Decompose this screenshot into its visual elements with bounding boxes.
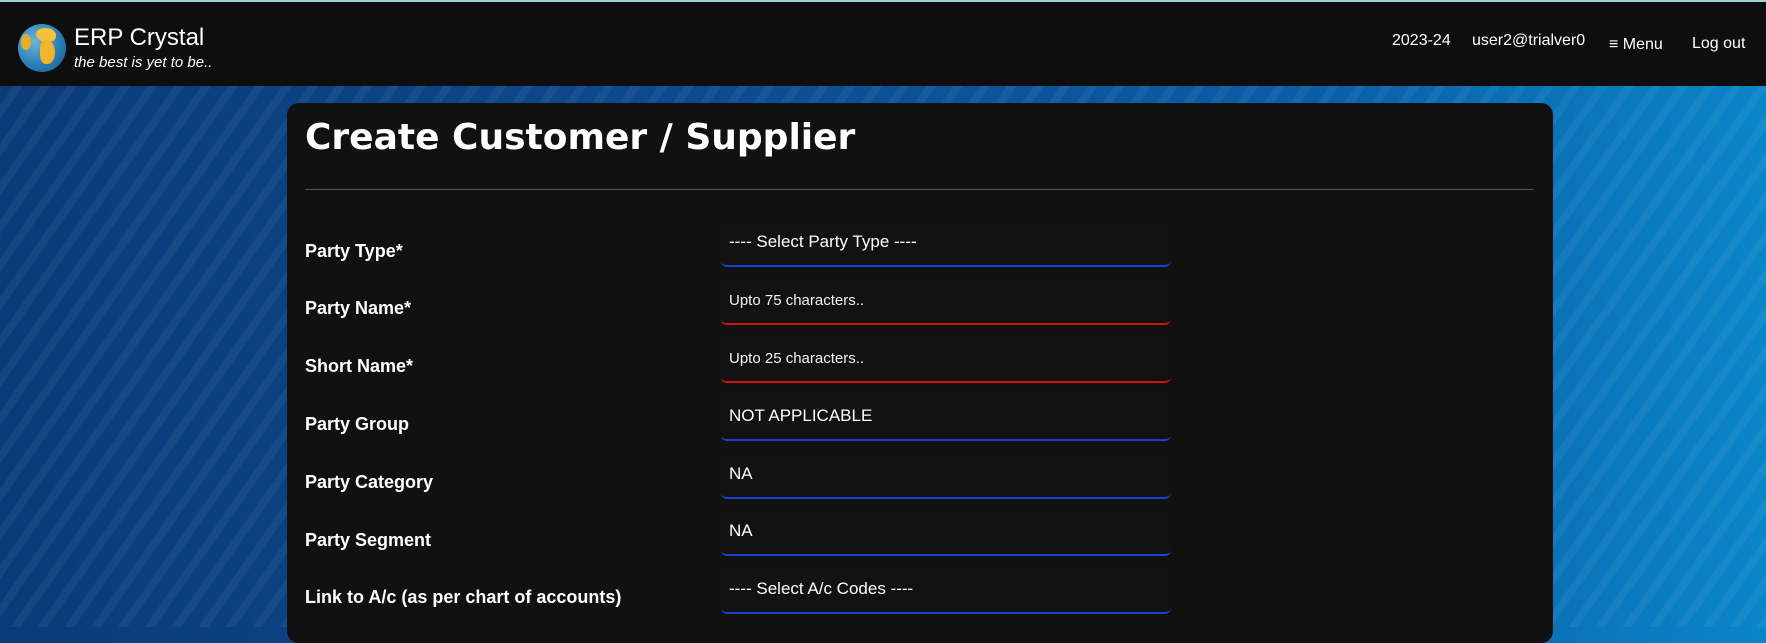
short-name-field[interactable] xyxy=(721,335,1171,383)
form-card: Create Customer / Supplier Party Type* -… xyxy=(287,103,1553,643)
link-ac-selected: ---- Select A/c Codes ---- xyxy=(729,579,914,598)
page-title: Create Customer / Supplier xyxy=(305,117,856,158)
party-segment-select[interactable]: NA xyxy=(721,508,1171,556)
menu-button[interactable]: ≡ Menu xyxy=(1609,36,1663,54)
link-ac-label: Link to A/c (as per chart of accounts) xyxy=(305,587,622,607)
party-category-select[interactable]: NA xyxy=(721,451,1171,499)
party-group-selected: NOT APPLICABLE xyxy=(729,406,873,425)
current-user: user2@trialver0 xyxy=(1472,32,1586,49)
top-navbar: ERP Crystal the best is yet to be.. 2023… xyxy=(0,2,1766,86)
party-category-label: Party Category xyxy=(305,472,434,492)
brand-name[interactable]: ERP Crystal xyxy=(74,24,204,52)
party-type-label: Party Type* xyxy=(305,241,403,261)
short-name-input[interactable] xyxy=(729,349,1171,367)
party-name-field[interactable] xyxy=(721,277,1171,325)
short-name-label: Short Name* xyxy=(305,356,414,376)
party-type-selected: ---- Select Party Type ---- xyxy=(729,232,917,251)
globe-logo-icon[interactable] xyxy=(18,24,66,72)
party-group-select[interactable]: NOT APPLICABLE xyxy=(721,393,1171,441)
party-segment-label: Party Segment xyxy=(305,530,432,550)
party-segment-selected: NA xyxy=(729,521,753,540)
link-ac-select[interactable]: ---- Select A/c Codes ---- xyxy=(721,566,1171,614)
party-category-selected: NA xyxy=(729,464,753,483)
party-group-label: Party Group xyxy=(305,414,410,434)
party-type-select[interactable]: ---- Select Party Type ---- xyxy=(721,219,1171,267)
logout-link[interactable]: Log out xyxy=(1692,35,1745,53)
financial-year: 2023-24 xyxy=(1392,32,1451,49)
party-name-label: Party Name* xyxy=(305,298,412,318)
party-name-input[interactable] xyxy=(729,291,1171,309)
brand-tagline: the best is yet to be.. xyxy=(74,54,213,71)
title-divider xyxy=(305,189,1533,190)
